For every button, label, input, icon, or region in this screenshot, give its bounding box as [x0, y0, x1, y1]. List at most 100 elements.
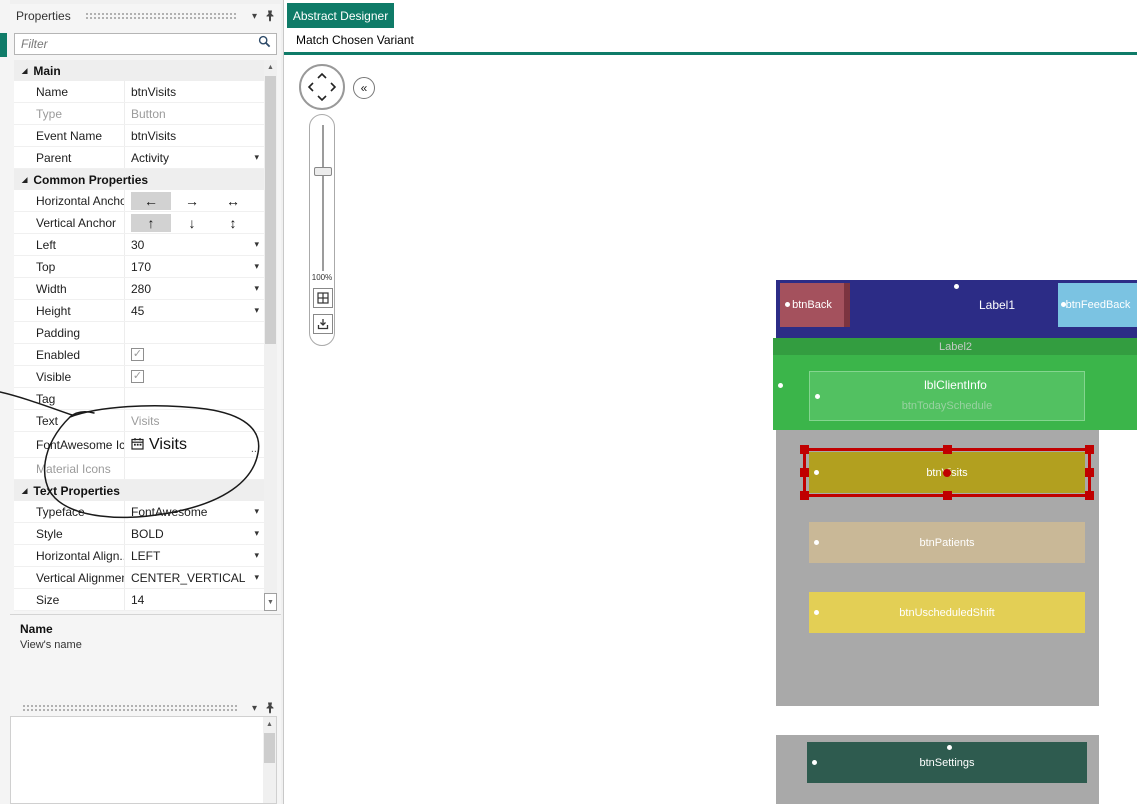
view-label: Label1 — [978, 298, 1016, 312]
scroll-down-button[interactable]: ▼ — [264, 593, 277, 611]
view-btnsettings[interactable]: btnSettings — [807, 742, 1087, 783]
panel-chevron-down-icon[interactable]: ▾ — [252, 11, 257, 22]
row-parent: Parent Activity ▾ — [14, 147, 264, 169]
resize-handle[interactable] — [800, 445, 809, 454]
section-common[interactable]: ◢ Common Properties — [14, 169, 264, 190]
anchor-left-button[interactable]: ← — [131, 191, 171, 210]
row-material-value[interactable] — [124, 458, 264, 479]
search-icon[interactable] — [258, 35, 271, 53]
property-grid-scrollbar[interactable]: ▲ ▼ — [264, 60, 277, 611]
view-label2[interactable]: Label2 — [773, 338, 1137, 355]
anchor-up-button[interactable]: ↑ — [131, 213, 171, 232]
view-lblclientinfo[interactable]: lblClientInfo — [773, 378, 1137, 392]
filter-input[interactable] — [15, 37, 258, 51]
collapsed-side-tab[interactable] — [0, 33, 7, 57]
view-btnvisits[interactable]: btnVisits — [809, 452, 1085, 493]
panel-drag-texture[interactable] — [84, 12, 238, 20]
resize-handle[interactable] — [800, 491, 809, 500]
anchor-dot — [814, 470, 819, 475]
zoom-slider-handle[interactable] — [314, 167, 332, 176]
dropdown-icon[interactable]: ▾ — [254, 239, 259, 250]
anchor-dot — [815, 394, 820, 399]
view-buttons-panel[interactable]: btnVisits btnPatients btnUscheduledShift — [776, 430, 1099, 706]
anchor-dot — [814, 540, 819, 545]
scroll-up-button[interactable]: ▲ — [264, 60, 277, 75]
icon-picker-button[interactable]: ... — [251, 443, 260, 455]
row-height-label: Height — [36, 303, 71, 318]
resize-handle[interactable] — [942, 491, 952, 500]
panel-chevron-down-icon[interactable]: ▾ — [252, 703, 257, 714]
fit-to-screen-button[interactable] — [313, 288, 333, 308]
row-top-value[interactable]: 170 ▾ — [124, 256, 264, 277]
row-height-value[interactable]: 45 ▾ — [124, 300, 264, 321]
view-top-bar[interactable]: btnBack Label1 btnFeedBack — [776, 280, 1137, 338]
dropdown-icon[interactable]: ▾ — [254, 506, 259, 517]
anchor-dot — [814, 610, 819, 615]
row-h-align-value[interactable]: LEFT ▾ — [124, 545, 264, 566]
value-text: btnVisits — [131, 128, 177, 143]
row-horizontal-align: Horizontal Align... LEFT ▾ — [14, 545, 264, 567]
scroll-up-button[interactable]: ▲ — [263, 717, 276, 732]
row-enabled-label: Enabled — [36, 347, 81, 362]
pin-icon[interactable] — [265, 10, 275, 22]
row-left-value[interactable]: 30 ▾ — [124, 234, 264, 255]
dropdown-icon[interactable]: ▾ — [254, 283, 259, 294]
view-client-panel[interactable]: Label2 btnTodaySchedule lblClientInfo — [773, 338, 1137, 430]
dropdown-icon[interactable]: ▾ — [254, 152, 259, 163]
dropdown-icon[interactable]: ▾ — [254, 550, 259, 561]
row-padding-value[interactable] — [124, 322, 264, 343]
row-text-value[interactable]: Visits — [124, 410, 264, 431]
anchor-down-button[interactable]: ↓ — [172, 214, 212, 232]
row-event-name-value[interactable]: btnVisits — [124, 125, 264, 146]
row-name-value[interactable]: btnVisits — [124, 81, 264, 102]
row-padding-label: Padding — [36, 325, 81, 340]
resize-handle[interactable] — [1085, 445, 1094, 454]
scrollbar-thumb[interactable] — [265, 76, 276, 344]
row-size-value[interactable]: 14 — [124, 589, 264, 610]
panel-drag-texture[interactable] — [22, 704, 238, 712]
dropdown-icon[interactable]: ▾ — [254, 305, 259, 316]
row-tag: Tag — [14, 388, 264, 410]
match-chosen-variant-button[interactable]: Match Chosen Variant — [296, 33, 414, 47]
anchor-right-button[interactable]: → — [172, 192, 212, 210]
section-main[interactable]: ◢ Main — [14, 60, 264, 81]
row-parent-value[interactable]: Activity ▾ — [124, 147, 264, 168]
section-text-properties[interactable]: ◢ Text Properties — [14, 480, 264, 501]
tab-abstract-designer[interactable]: Abstract Designer — [287, 3, 394, 28]
dropdown-icon[interactable]: ▾ — [254, 528, 259, 539]
row-fontawesome-value[interactable]: Visits ... — [124, 432, 264, 457]
pin-icon[interactable] — [265, 702, 275, 714]
row-type-label: Type — [36, 106, 63, 121]
export-button[interactable] — [313, 314, 333, 334]
view-btnback[interactable]: btnBack — [780, 283, 850, 327]
anchor-vertical-stretch-button[interactable]: ↕ — [213, 214, 253, 232]
row-enabled: Enabled ✓ — [14, 344, 264, 366]
resize-handle[interactable] — [800, 468, 809, 477]
dropdown-icon[interactable]: ▾ — [254, 572, 259, 583]
collapse-panel-button[interactable]: « — [353, 77, 375, 99]
row-tag-value[interactable] — [124, 388, 264, 409]
anchor-dot — [785, 302, 790, 307]
resize-handle[interactable] — [1085, 468, 1094, 477]
resize-handle[interactable] — [1085, 491, 1094, 500]
value-text: 14 — [131, 592, 145, 607]
anchor-horizontal-stretch-button[interactable]: ↔ — [213, 192, 253, 210]
dropdown-icon[interactable]: ▾ — [254, 261, 259, 272]
lower-panel-scrollbar[interactable]: ▲ — [263, 717, 276, 803]
zoom-slider[interactable] — [322, 125, 324, 271]
properties-panel-header: Properties ▾ — [10, 4, 281, 28]
view-settings-panel[interactable]: btnSettings — [776, 735, 1099, 804]
row-width-value[interactable]: 280 ▾ — [124, 278, 264, 299]
view-btnuscheduledshift[interactable]: btnUscheduledShift — [809, 592, 1085, 633]
enabled-checkbox[interactable]: ✓ — [131, 348, 144, 361]
scrollbar-thumb[interactable] — [264, 733, 275, 763]
row-style-value[interactable]: BOLD ▾ — [124, 523, 264, 544]
row-v-align-value[interactable]: CENTER_VERTICAL ▾ — [124, 567, 264, 588]
resize-handle[interactable] — [942, 445, 952, 454]
row-size-label: Size — [36, 592, 60, 607]
view-btnpatients[interactable]: btnPatients — [809, 522, 1085, 563]
pan-control[interactable] — [299, 64, 345, 110]
row-typeface-value[interactable]: FontAwesome ▾ — [124, 501, 264, 522]
view-btnfeedback[interactable]: btnFeedBack — [1058, 283, 1137, 327]
visible-checkbox[interactable]: ✓ — [131, 370, 144, 383]
